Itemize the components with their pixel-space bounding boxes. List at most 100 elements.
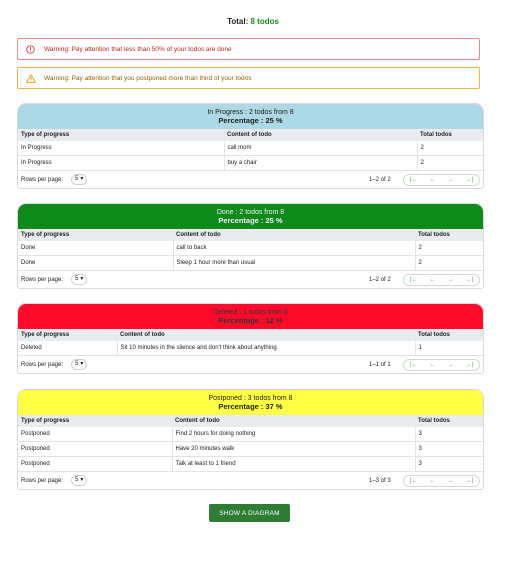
cell-total: 3 xyxy=(415,456,483,472)
table-row: Done call to back 2 xyxy=(18,241,483,256)
error-alert: Warning: Pay attention that less than 50… xyxy=(17,38,480,60)
cell-total: 1 xyxy=(415,341,483,356)
postponed-card: Postponed : 3 todos from 8 Percentage : … xyxy=(17,389,484,490)
cell-type: Done xyxy=(18,241,174,256)
cell-total: 2 xyxy=(417,155,483,171)
cell-content: call to back xyxy=(173,241,416,256)
show-diagram-button[interactable]: SHOW A DIAGRAM xyxy=(209,504,290,522)
table-header-row: Type of progress Content of todo Total t… xyxy=(18,229,483,241)
done-header: Done : 2 todos from 8 Percentage : 25 % xyxy=(18,204,483,229)
table-header-row: Type of progress Content of todo Total t… xyxy=(18,329,483,341)
first-page-icon[interactable]: |← xyxy=(410,478,418,484)
col-content-header[interactable]: Content of todo xyxy=(117,329,415,341)
warning-triangle-icon xyxy=(26,73,44,83)
table-row: Deleted Sit 10 minutes in the silence an… xyxy=(18,341,483,356)
table-row: In Progress buy a chair 2 xyxy=(18,155,483,171)
deleted-card: Deleted : 1 todos from 8 Percentage : 12… xyxy=(17,303,484,374)
cell-content: Sleep 1 hour more than usual xyxy=(173,255,416,271)
next-page-icon[interactable]: → xyxy=(447,478,453,484)
in-progress-card: In Progress : 2 todos from 8 Percentage … xyxy=(17,103,484,189)
first-page-icon[interactable]: |← xyxy=(410,177,418,183)
rows-per-page-value: 5 xyxy=(75,176,79,182)
cell-content: Have 20 minutes walk xyxy=(172,441,416,457)
rows-per-page-select[interactable]: 5 ▾ xyxy=(71,359,88,370)
cell-total: 2 xyxy=(415,255,483,271)
col-total-header[interactable]: Total todos xyxy=(417,129,483,141)
table-header-row: Type of progress Content of todo Total t… xyxy=(18,415,483,427)
pagination-controls: |← ← → →| xyxy=(403,358,480,371)
last-page-icon[interactable]: →| xyxy=(465,478,473,484)
first-page-icon[interactable]: |← xyxy=(410,277,418,283)
rows-per-page-value: 5 xyxy=(75,361,79,367)
deleted-header: Deleted : 1 todos from 8 Percentage : 12… xyxy=(18,304,483,329)
todo-table: Type of progress Content of todo Total t… xyxy=(18,229,483,271)
prev-page-icon[interactable]: ← xyxy=(430,177,436,183)
rows-per-page-value: 5 xyxy=(75,477,79,483)
cell-type: In Progress xyxy=(18,141,225,156)
cell-total: 2 xyxy=(417,141,483,156)
rows-per-page-select[interactable]: 5 ▾ xyxy=(71,174,88,185)
table-footer: Rows per page: 5 ▾ 1–2 of 2 |← ← → →| xyxy=(18,271,483,288)
cell-total: 2 xyxy=(415,241,483,256)
next-page-icon[interactable]: → xyxy=(447,177,453,183)
chevron-down-icon: ▾ xyxy=(80,361,84,367)
cell-total: 3 xyxy=(415,427,483,442)
group-percentage: Percentage : 12 % xyxy=(218,315,283,325)
rows-per-page-label: Rows per page: xyxy=(21,176,64,183)
cell-content: call mom xyxy=(224,141,418,156)
done-card: Done : 2 todos from 8 Percentage : 25 % … xyxy=(17,203,484,289)
cell-type: Deleted xyxy=(18,341,118,356)
prev-page-icon[interactable]: ← xyxy=(430,478,436,484)
cell-content: Find 2 hours for doing nothing xyxy=(172,427,416,442)
next-page-icon[interactable]: → xyxy=(447,277,453,283)
rows-per-page-select[interactable]: 5 ▾ xyxy=(71,274,88,285)
group-percentage: Percentage : 37 % xyxy=(218,401,283,411)
col-type-header[interactable]: Type of progress xyxy=(18,229,173,241)
last-page-icon[interactable]: →| xyxy=(465,177,473,183)
warning-alert-text: Warning: Pay attention that you postpone… xyxy=(44,74,252,82)
todo-table: Type of progress Content of todo Total t… xyxy=(18,129,483,171)
pagination-range: 1–2 of 2 xyxy=(369,176,391,183)
table-header-row: Type of progress Content of todo Total t… xyxy=(18,129,483,141)
todo-table: Type of progress Content of todo Total t… xyxy=(18,329,483,356)
table-footer: Rows per page: 5 ▾ 1–1 of 1 |← ← → →| xyxy=(18,356,483,373)
rows-per-page-label: Rows per page: xyxy=(21,477,64,484)
cell-total: 3 xyxy=(415,441,483,457)
prev-page-icon[interactable]: ← xyxy=(430,277,436,283)
rows-per-page-value: 5 xyxy=(75,276,79,282)
next-page-icon[interactable]: → xyxy=(447,362,453,368)
todo-table: Type of progress Content of todo Total t… xyxy=(18,415,483,472)
in-progress-header: In Progress : 2 todos from 8 Percentage … xyxy=(18,104,483,129)
total-label: Total: xyxy=(227,17,249,26)
pagination-controls: |← ← → →| xyxy=(403,173,480,186)
col-total-header[interactable]: Total todos xyxy=(415,415,483,427)
col-content-header[interactable]: Content of todo xyxy=(172,415,415,427)
last-page-icon[interactable]: →| xyxy=(465,362,473,368)
pagination-range: 1–2 of 2 xyxy=(369,276,391,283)
col-total-header[interactable]: Total todos xyxy=(415,229,483,241)
first-page-icon[interactable]: |← xyxy=(410,362,418,368)
rows-per-page-label: Rows per page: xyxy=(21,276,64,283)
col-type-header[interactable]: Type of progress xyxy=(18,415,172,427)
rows-per-page-select[interactable]: 5 ▾ xyxy=(71,475,88,486)
warning-alert: Warning: Pay attention that you postpone… xyxy=(17,67,480,89)
last-page-icon[interactable]: →| xyxy=(465,277,473,283)
total-value: 8 todos xyxy=(250,17,279,26)
table-row: Done Sleep 1 hour more than usual 2 xyxy=(18,255,483,271)
col-total-header[interactable]: Total todos xyxy=(415,329,483,341)
cell-type: In Progress xyxy=(18,155,225,171)
table-row: Postponed Find 2 hours for doing nothing… xyxy=(18,427,483,442)
prev-page-icon[interactable]: ← xyxy=(430,362,436,368)
col-content-header[interactable]: Content of todo xyxy=(173,229,415,241)
pagination-range: 1–3 of 3 xyxy=(369,477,391,484)
error-alert-text: Warning: Pay attention that less than 50… xyxy=(44,45,232,53)
col-content-header[interactable]: Content of todo xyxy=(224,129,417,141)
pagination-controls: |← ← → →| xyxy=(403,474,480,487)
chevron-down-icon: ▾ xyxy=(80,477,84,483)
table-row: Postponed Have 20 minutes walk 3 xyxy=(18,441,483,457)
table-footer: Rows per page: 5 ▾ 1–2 of 2 |← ← → →| xyxy=(18,171,483,188)
col-type-header[interactable]: Type of progress xyxy=(18,129,224,141)
cell-type: Postponed xyxy=(18,456,173,472)
cell-content: Talk at least to 1 friend xyxy=(172,456,416,472)
col-type-header[interactable]: Type of progress xyxy=(18,329,117,341)
